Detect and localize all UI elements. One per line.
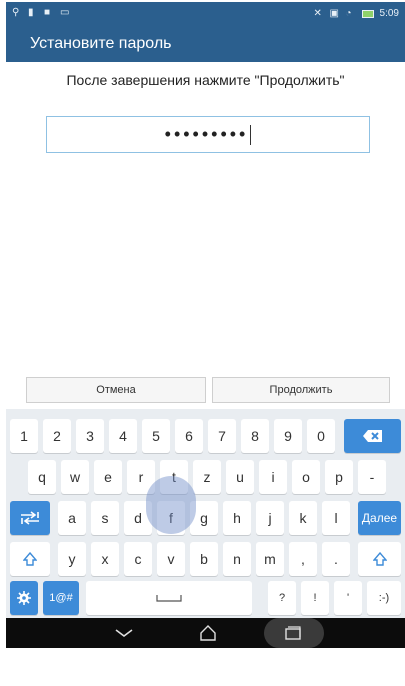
key-g[interactable]: g (190, 501, 218, 535)
key-h[interactable]: h (223, 501, 251, 535)
key-2[interactable]: 2 (43, 419, 71, 453)
status-right-icons: ✕ ▣ ◔ 5:09 (314, 8, 399, 19)
key-exclaim[interactable]: ! (301, 581, 329, 615)
back-icon (115, 629, 133, 637)
key-q[interactable]: q (28, 460, 56, 494)
tab-key[interactable] (10, 501, 50, 535)
key-period[interactable]: . (322, 542, 350, 576)
recents-icon (285, 626, 301, 640)
cancel-button[interactable]: Отмена (26, 377, 206, 403)
key-4[interactable]: 4 (109, 419, 137, 453)
shift-right-key[interactable] (358, 542, 401, 576)
keyboard: 1 2 3 4 5 6 7 8 9 0 q w e r t z u i o p … (6, 409, 405, 618)
nav-bar (6, 618, 405, 648)
backspace-icon (362, 430, 382, 442)
shift-icon (372, 552, 387, 566)
key-w[interactable]: w (61, 460, 89, 494)
key-b[interactable]: b (190, 542, 218, 576)
key-z[interactable]: z (193, 460, 221, 494)
key-9[interactable]: 9 (274, 419, 302, 453)
key-j[interactable]: j (256, 501, 284, 535)
home-icon (200, 625, 216, 641)
key-t[interactable]: t (160, 460, 188, 494)
key-d[interactable]: d (124, 501, 152, 535)
key-m[interactable]: m (256, 542, 284, 576)
key-0[interactable]: 0 (307, 419, 335, 453)
key-apostrophe[interactable]: ' (334, 581, 362, 615)
text-caret (250, 125, 252, 146)
key-p[interactable]: p (325, 460, 353, 494)
key-hyphen[interactable]: - (358, 460, 386, 494)
back-button[interactable] (109, 622, 139, 644)
next-key[interactable]: Далее (358, 501, 401, 535)
key-8[interactable]: 8 (241, 419, 269, 453)
home-button[interactable] (193, 622, 223, 644)
space-key[interactable] (86, 581, 252, 615)
status-left-icons: ⚲ ▮ ■ ▭ (12, 8, 70, 18)
key-7[interactable]: 7 (208, 419, 236, 453)
sim-icon: ▮ (28, 7, 34, 18)
notification-icon: ■ (44, 7, 51, 18)
password-dots: ••••••••• (47, 124, 369, 146)
key-v[interactable]: v (157, 542, 185, 576)
backspace-key[interactable] (344, 419, 401, 453)
tab-icon (21, 511, 39, 525)
title-bar: Установите пароль (6, 26, 405, 62)
screen-icon: ▭ (60, 7, 70, 18)
instruction-text: После завершения нажмите "Продолжить" (66, 72, 345, 88)
key-u[interactable]: u (226, 460, 254, 494)
password-field[interactable]: ••••••••• (46, 116, 370, 153)
key-x[interactable]: x (91, 542, 119, 576)
usb-icon: ⚲ (12, 7, 20, 18)
key-i[interactable]: i (259, 460, 287, 494)
key-s[interactable]: s (91, 501, 119, 535)
status-bar: ⚲ ▮ ■ ▭ ✕ ▣ ◔ 5:09 (6, 2, 405, 26)
key-e[interactable]: e (94, 460, 122, 494)
key-r[interactable]: r (127, 460, 155, 494)
key-1[interactable]: 1 (10, 419, 38, 453)
page-title: Установите пароль (30, 35, 172, 52)
battery-icon (361, 9, 374, 18)
key-question[interactable]: ? (268, 581, 296, 615)
password-masked-value: ••••••••• (164, 124, 249, 144)
phone-screen: ⚲ ▮ ■ ▭ ✕ ▣ ◔ 5:09 Установите пароль Пос… (0, 0, 405, 686)
wifi-icon: ◔ (345, 7, 352, 19)
status-time: 5:09 (379, 8, 399, 19)
shift-icon (23, 552, 37, 566)
key-5[interactable]: 5 (142, 419, 170, 453)
symbols-key[interactable]: 1@# (43, 581, 79, 615)
key-k[interactable]: k (289, 501, 317, 535)
key-c[interactable]: c (124, 542, 152, 576)
key-n[interactable]: n (223, 542, 251, 576)
key-l[interactable]: l (322, 501, 350, 535)
key-3[interactable]: 3 (76, 419, 104, 453)
space-icon (156, 595, 182, 602)
no-sound-icon: ✕ (313, 7, 322, 19)
recents-button[interactable] (278, 622, 308, 644)
gear-icon (17, 591, 31, 605)
key-y[interactable]: y (58, 542, 86, 576)
settings-key[interactable] (10, 581, 38, 615)
key-f[interactable]: f (157, 501, 185, 535)
key-a[interactable]: a (58, 501, 86, 535)
nfc-icon: ▣ (329, 7, 339, 19)
key-smiley[interactable]: :-) (367, 581, 401, 615)
continue-button[interactable]: Продолжить (212, 377, 390, 403)
shift-left-key[interactable] (10, 542, 50, 576)
key-comma[interactable]: , (289, 542, 317, 576)
key-o[interactable]: o (292, 460, 320, 494)
key-6[interactable]: 6 (175, 419, 203, 453)
